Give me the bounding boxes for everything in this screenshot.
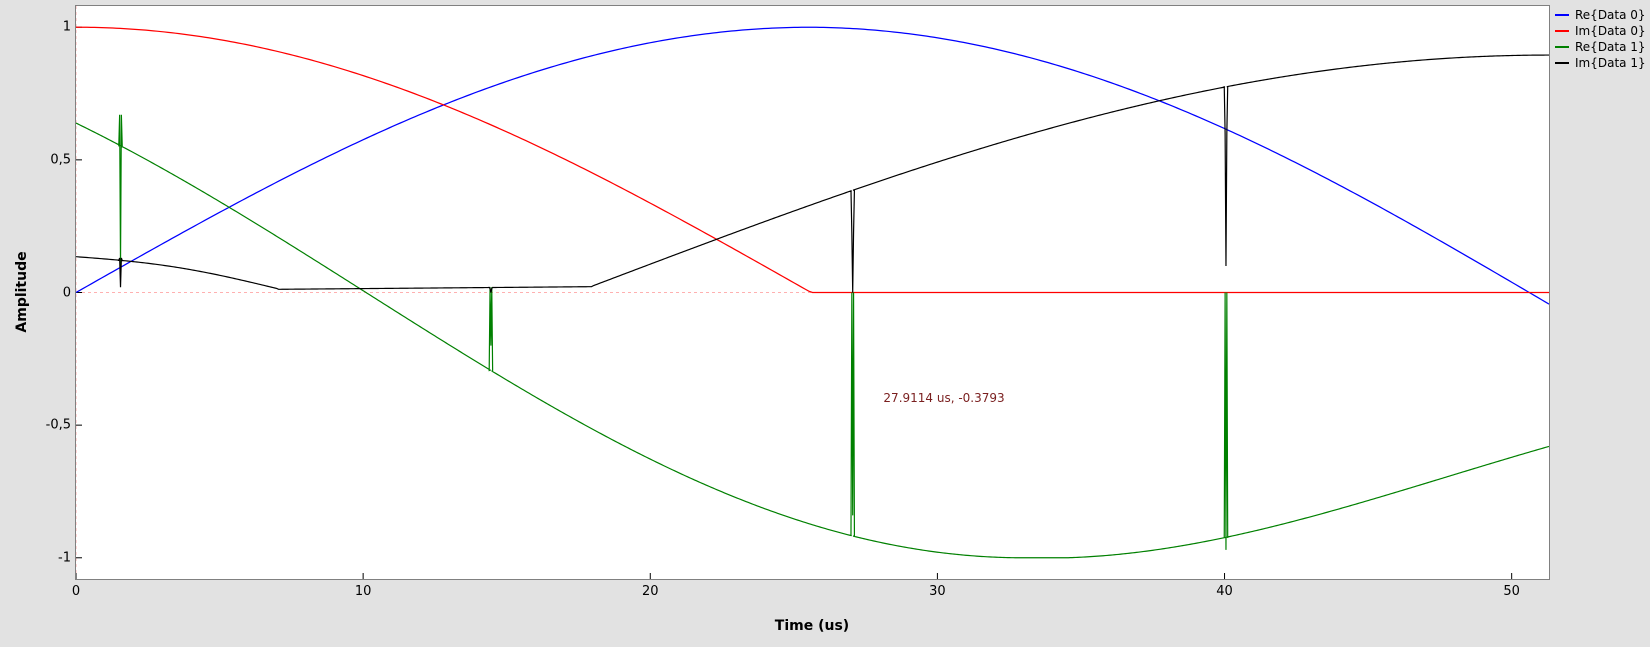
y-tick-label: -0,5 bbox=[39, 418, 71, 433]
legend-swatch bbox=[1555, 30, 1569, 32]
x-tick-label: 30 bbox=[929, 584, 946, 599]
y-tick-label: -1 bbox=[53, 550, 71, 565]
legend-label: Re{Data 1} bbox=[1575, 40, 1646, 54]
y-tick-label: 1 bbox=[60, 20, 71, 35]
y-tick-label: 0,5 bbox=[46, 152, 71, 167]
x-tick-label: 40 bbox=[1216, 584, 1233, 599]
y-axis-label: Amplitude bbox=[14, 251, 30, 332]
legend-item[interactable]: Re{Data 1} bbox=[1555, 40, 1646, 54]
legend-swatch bbox=[1555, 14, 1569, 16]
legend-label: Re{Data 0} bbox=[1575, 8, 1646, 22]
legend-item[interactable]: Im{Data 0} bbox=[1555, 24, 1646, 38]
series-re-data0 bbox=[76, 27, 1549, 304]
legend: Re{Data 0} Im{Data 0} Re{Data 1} Im{Data 1} bbox=[1555, 8, 1646, 72]
legend-item[interactable]: Im{Data 1} bbox=[1555, 56, 1646, 70]
legend-label: Im{Data 0} bbox=[1575, 24, 1646, 38]
x-tick-label: 50 bbox=[1503, 584, 1520, 599]
x-tick-label: 20 bbox=[642, 584, 659, 599]
y-tick-label: 0 bbox=[60, 285, 71, 300]
cursor-annotation: 27.9114 us, -0.3793 bbox=[883, 391, 1004, 405]
legend-label: Im{Data 1} bbox=[1575, 56, 1646, 70]
plot-area[interactable] bbox=[75, 5, 1550, 580]
plot-svg bbox=[76, 6, 1549, 579]
legend-swatch bbox=[1555, 62, 1569, 64]
series-im-data1 bbox=[76, 55, 1549, 292]
x-tick-label: 0 bbox=[72, 584, 80, 599]
legend-item[interactable]: Re{Data 0} bbox=[1555, 8, 1646, 22]
x-tick-label: 10 bbox=[355, 584, 372, 599]
x-axis-label: Time (us) bbox=[775, 618, 849, 634]
legend-swatch bbox=[1555, 46, 1569, 48]
chart-container: Time (us) Amplitude Re{Data 0} Im{Data 0}… bbox=[0, 0, 1650, 647]
series-re-data1 bbox=[76, 115, 1549, 558]
series-im-data0 bbox=[76, 27, 1549, 292]
